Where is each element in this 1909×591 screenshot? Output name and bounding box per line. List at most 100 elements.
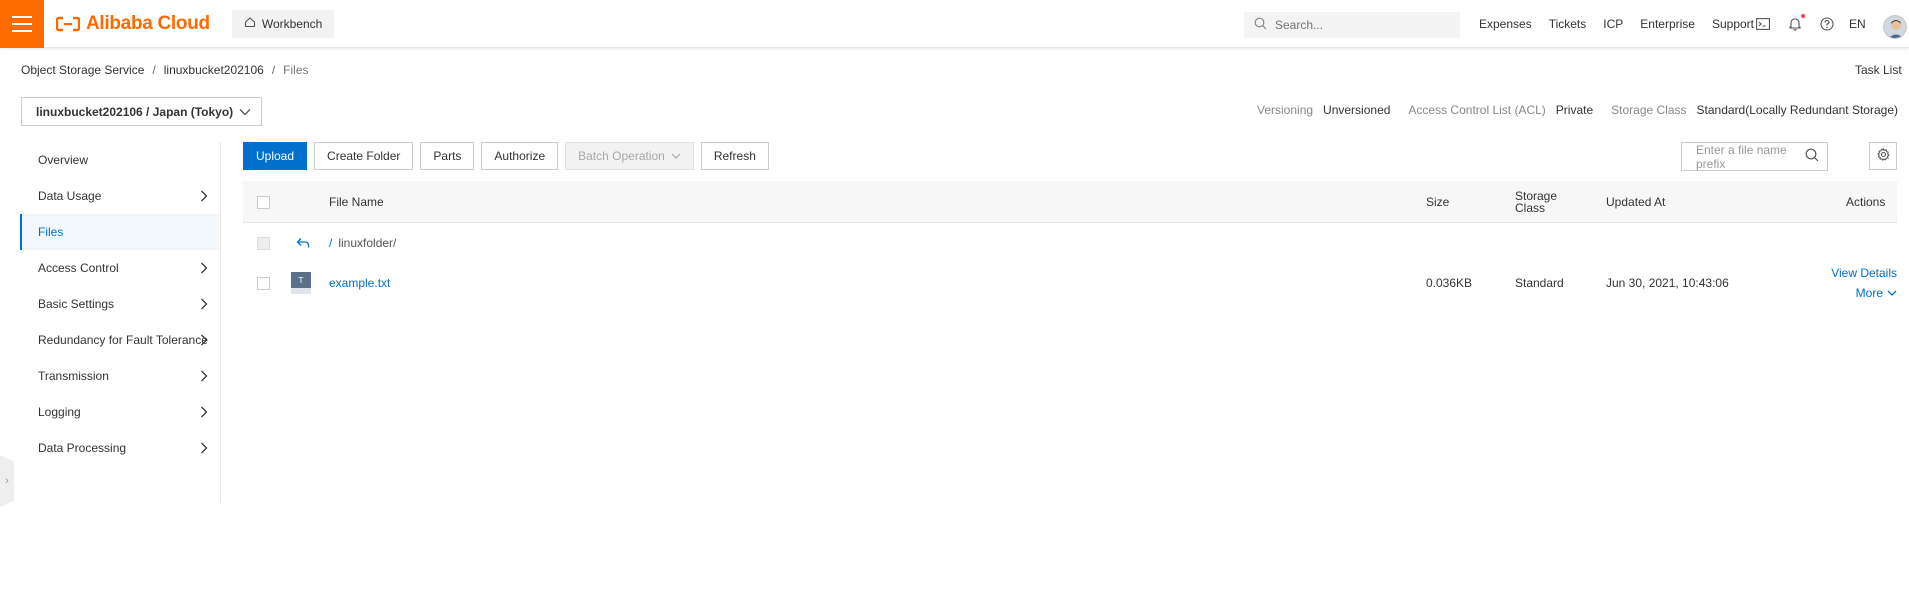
breadcrumb-separator: / [152,63,156,77]
sidebar-item-transmission[interactable]: Transmission [20,358,220,394]
authorize-button[interactable]: Authorize [481,142,559,170]
chevron-right-icon [200,190,208,205]
breadcrumb-oss[interactable]: Object Storage Service [21,63,144,77]
language-switch[interactable]: EN [1849,17,1866,31]
search-icon [1254,17,1267,33]
parts-button[interactable]: Parts [420,142,475,170]
sidebar-item-label: Redundancy for Fault Tolerance [38,333,208,347]
acl-label: Access Control List (ACL) [1408,103,1546,117]
file-prefix-search[interactable]: Enter a file name prefix [1681,142,1828,171]
sidebar-item-label: Transmission [38,369,109,383]
storage-class-value: Standard(Locally Redundant Storage) [1696,103,1898,117]
root-path-link[interactable]: / [329,236,332,250]
expenses-link[interactable]: Expenses [1479,17,1532,31]
table-settings-button[interactable] [1869,142,1897,170]
column-actions: Actions [1846,195,1886,209]
sidebar-item-label: Data Usage [38,189,102,203]
global-search[interactable] [1244,12,1460,38]
sidebar-item-basic-settings[interactable]: Basic Settings [20,286,220,322]
sidebar-item-redundancy[interactable]: Redundancy for Fault Tolerance [20,322,220,358]
sidebar-item-data-processing[interactable]: Data Processing [20,430,220,466]
versioning-label: Versioning [1257,103,1314,117]
menu-line [12,22,32,25]
actions-cell: View Details More [1803,259,1897,307]
sidebar: Overview Data Usage Files Access Control… [20,142,221,502]
sidebar-item-files[interactable]: Files [20,214,220,250]
sidebar-item-label: Basic Settings [38,297,115,311]
sidebar-item-label: Data Processing [38,441,127,455]
sidebar-collapse-toggle[interactable]: › [0,455,14,507]
terminal-icon[interactable] [1747,18,1779,30]
select-all-checkbox[interactable] [257,195,270,209]
more-dropdown[interactable]: More [1856,286,1897,300]
batch-operation-label: Batch Operation [578,149,665,163]
top-icon-group: EN [1747,0,1866,48]
checkbox-cell [257,263,270,303]
row-checkbox [257,236,270,250]
home-icon [244,16,256,31]
back-arrow-icon[interactable] [296,223,310,263]
storage-class-label: Storage Class [1611,103,1687,117]
hamburger-menu-button[interactable] [0,0,44,48]
bell-icon[interactable] [1779,14,1811,31]
enterprise-link[interactable]: Enterprise [1640,17,1695,31]
chevron-right-icon [200,298,208,313]
sidebar-item-access-control[interactable]: Access Control [20,250,220,286]
parent-path[interactable]: / linuxfolder/ [329,223,396,263]
txt-file-icon: T [291,263,311,303]
help-icon[interactable] [1811,17,1843,31]
file-toolbar: Upload Create Folder Parts Authorize Bat… [243,142,769,170]
sidebar-item-label: Files [38,225,64,239]
column-updated-at: Updated At [1606,195,1666,209]
alibaba-cloud-logo[interactable]: Alibaba Cloud [56,13,210,35]
global-search-input[interactable] [1275,18,1445,32]
task-list-link[interactable]: Task List [1855,63,1902,77]
more-label: More [1855,286,1883,300]
row-checkbox[interactable] [257,276,270,290]
breadcrumb: Object Storage Service / linuxbucket2021… [21,63,309,77]
file-size: 0.036KB [1426,276,1473,290]
top-navigation-bar: Alibaba Cloud Workbench Expenses Tickets… [0,0,1909,48]
file-storage-class: Standard [1515,276,1564,290]
refresh-button[interactable]: Refresh [700,142,769,170]
create-folder-button[interactable]: Create Folder [314,142,414,170]
sidebar-item-data-usage[interactable]: Data Usage [20,178,220,214]
bucket-meta: Versioning Unversioned Access Control Li… [1257,103,1898,117]
file-name-link[interactable]: example.txt [329,263,390,303]
search-icon[interactable] [1805,148,1819,165]
checkbox-cell [257,223,270,263]
icp-link[interactable]: ICP [1603,17,1623,31]
sidebar-item-overview[interactable]: Overview [20,142,220,178]
tickets-link[interactable]: Tickets [1549,17,1587,31]
upload-button[interactable]: Upload [243,142,308,170]
chevron-right-icon [200,262,208,277]
select-all-checkbox-cell [257,181,270,223]
table-header: File Name Size Storage Class Updated At … [243,181,1897,223]
avatar[interactable] [1883,15,1907,39]
chevron-right-icon [200,442,208,457]
file-name[interactable]: example.txt [329,276,390,290]
parent-folder-row[interactable]: / linuxfolder/ [243,223,1897,263]
column-file-name: File Name [329,195,384,209]
view-details-link[interactable]: View Details [1831,266,1897,280]
batch-operation-button[interactable]: Batch Operation [565,142,694,170]
chevron-right-icon: › [5,475,9,487]
svg-text:T: T [298,276,304,285]
file-search-input[interactable]: Enter a file name prefix [1696,143,1805,171]
parent-folder-name[interactable]: linuxfolder/ [338,236,396,250]
breadcrumb-bucket[interactable]: linuxbucket202106 [164,63,264,77]
menu-line [12,15,32,18]
gear-icon [1876,147,1890,164]
workbench-label: Workbench [261,16,323,31]
top-links: Expenses Tickets ICP Enterprise Support [1479,0,1771,48]
workbench-button[interactable]: Workbench [231,9,335,38]
column-storage-class: Storage Class [1515,189,1558,215]
sidebar-item-logging[interactable]: Logging [20,394,220,430]
chevron-down-icon [239,105,251,119]
table-row: T example.txt 0.036KB Standard Jun 30, 2… [243,263,1897,303]
menu-line [12,29,32,32]
bucket-selector[interactable]: linuxbucket202106 / Japan (Tokyo) [21,97,262,126]
file-updated-at: Jun 30, 2021, 10:43:06 [1606,276,1729,290]
chevron-down-icon [1887,290,1897,296]
logo-mark-icon [56,16,80,32]
